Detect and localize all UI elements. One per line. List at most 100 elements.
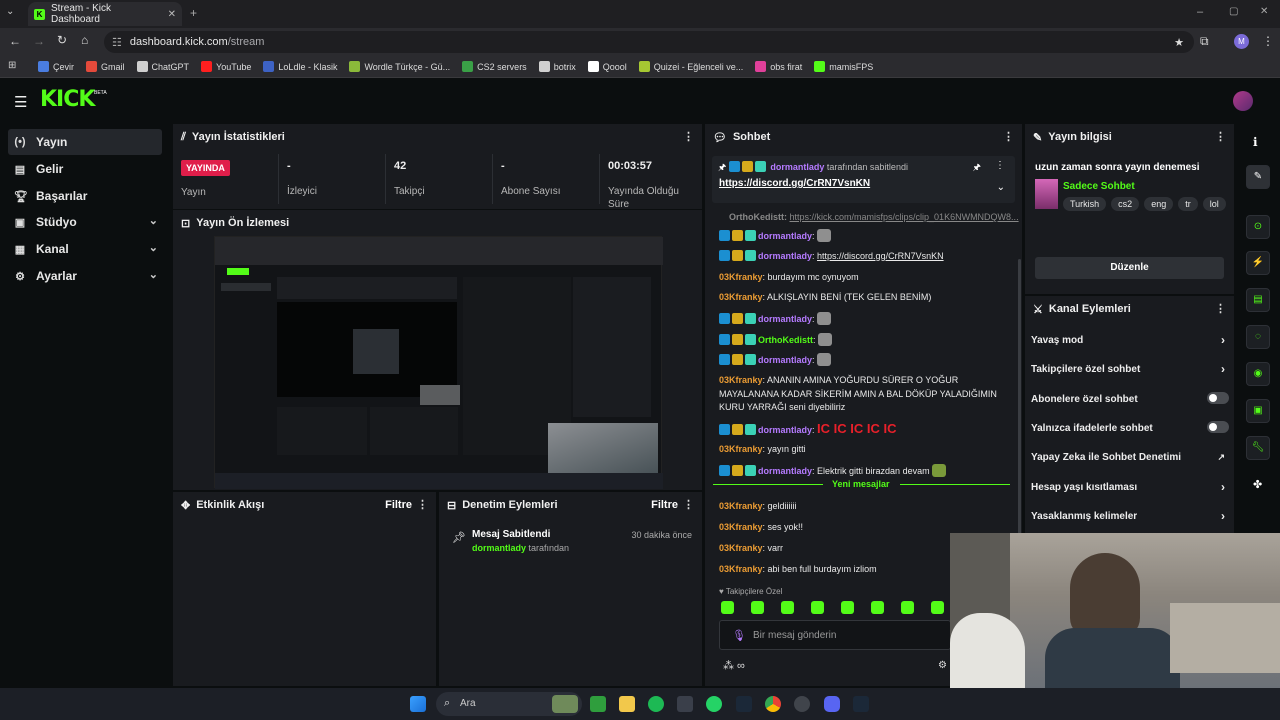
chat-username[interactable]: 03Kfranky [719, 501, 763, 511]
site-info-icon[interactable]: ☷ [112, 36, 122, 49]
chevron-down-icon[interactable]: ⌄ [149, 214, 158, 227]
stream-tag[interactable]: eng [1144, 197, 1174, 211]
bookmark-item[interactable]: Qoool [587, 61, 627, 72]
chat-username[interactable]: 03Kfranky [719, 272, 763, 282]
chat-username[interactable]: 03Kfranky [719, 564, 763, 574]
chat-username[interactable]: dormantlady [758, 425, 812, 435]
channel-action-item[interactable]: Yapay Zeka ile Sohbet Denetimi ↗ [1031, 452, 1229, 463]
apps-grid-icon[interactable]: ⊞ [8, 60, 16, 71]
chat-settings-icon[interactable]: ⚙ [938, 660, 947, 671]
stream-preview-video[interactable] [214, 236, 663, 489]
external-link-icon[interactable]: ↗ [1217, 452, 1225, 463]
windows-start-icon[interactable] [410, 696, 426, 712]
emote-icon[interactable] [871, 601, 884, 614]
sidebar-item-kanal[interactable]: ▦ Kanal ⌄ [8, 236, 162, 262]
steam-icon[interactable] [736, 696, 752, 712]
chat-tools-icon[interactable]: ⁂ ∞ [723, 659, 745, 672]
activity-more-icon[interactable]: ⋮ [417, 498, 428, 511]
category-thumbnail[interactable] [1035, 179, 1058, 209]
chat-username[interactable]: dormantlady [758, 314, 812, 324]
tab-list-icon[interactable]: ⌄ [6, 6, 14, 17]
bookmark-item[interactable]: Gmail [86, 61, 125, 72]
bolt-tool-button[interactable]: ⚡ [1246, 251, 1270, 275]
reload-icon[interactable]: ↻ [57, 33, 67, 47]
chat-username[interactable]: 03Kfranky [719, 522, 763, 532]
chevron-right-icon[interactable]: › [1221, 480, 1225, 494]
unpin-icon[interactable]: 🖈 [973, 160, 981, 176]
wrench-tool-button[interactable]: 🔧︎ [1246, 436, 1270, 460]
target-tool-button[interactable]: ⊙ [1246, 215, 1270, 239]
chat-input[interactable]: 🎙︎ Bir mesaj gönderin [719, 620, 951, 650]
chevron-right-icon[interactable]: › [1221, 362, 1225, 376]
stream-tag[interactable]: cs2 [1111, 197, 1140, 211]
mod-entry-user[interactable]: dormantlady [472, 543, 526, 553]
emote-icon[interactable] [901, 601, 914, 614]
channel-action-item[interactable]: Yasaklanmış kelimeler › [1031, 509, 1229, 523]
back-icon[interactable]: ← [9, 34, 21, 48]
window-close-icon[interactable]: ✕ [1260, 6, 1268, 17]
chat-username[interactable]: dormantlady [758, 355, 812, 365]
chevron-down-icon[interactable]: ⌄ [149, 241, 158, 254]
moderation-more-icon[interactable]: ⋮ [683, 498, 694, 511]
sidebar-item-basarilar[interactable]: 🏆︎ Başarılar [8, 183, 162, 209]
microphone-icon[interactable]: 🎙︎ [732, 629, 746, 642]
reply-user[interactable]: OrthoKedistt: [729, 212, 787, 222]
clipboard-tool-button[interactable]: ▤ [1246, 288, 1270, 312]
emote-icon[interactable] [931, 601, 944, 614]
bookmark-item[interactable]: Quizei - Eğlenceli ve... [638, 61, 743, 72]
chat-username[interactable]: dormantlady [758, 231, 812, 241]
chevron-down-icon[interactable]: ⌄ [149, 268, 158, 281]
home-icon[interactable]: ⌂ [81, 33, 88, 47]
taskbar-search[interactable]: ⌕ Ara [436, 692, 582, 716]
chat-text[interactable]: https://discord.gg/CrRN7VsnKN [817, 251, 944, 261]
broadcast-tool-button[interactable]: ◉ [1246, 362, 1270, 386]
stream-tag[interactable]: Turkish [1063, 197, 1107, 211]
chat-username[interactable]: dormantlady [758, 466, 812, 476]
media-tool-button[interactable]: ▣ [1246, 399, 1270, 423]
channel-action-item[interactable]: Yavaş mod › [1031, 333, 1229, 347]
minimize-icon[interactable]: – [1197, 6, 1203, 18]
category-name[interactable]: Sadece Sohbet [1063, 181, 1135, 192]
pinned-link[interactable]: https://discord.gg/CrRN7VsnKN [719, 178, 870, 189]
hamburger-menu-icon[interactable]: ☰ [14, 93, 27, 111]
spotify-icon[interactable] [648, 696, 664, 712]
channel-actions-more-icon[interactable]: ⋮ [1215, 302, 1226, 315]
emote-icon[interactable] [811, 601, 824, 614]
bookmark-item[interactable]: obs firat [755, 61, 802, 72]
profile-avatar[interactable]: M [1234, 34, 1249, 49]
user-avatar[interactable] [1233, 91, 1253, 111]
menu-icon[interactable]: ⋮ [1262, 34, 1274, 48]
pinned-more-icon[interactable]: ⋮ [995, 160, 1005, 171]
channel-action-item[interactable]: Hesap yaşı kısıtlaması › [1031, 480, 1229, 494]
file-explorer-icon[interactable] [619, 696, 635, 712]
sidebar-item-studyo[interactable]: ▣ Stüdyo ⌄ [8, 209, 162, 235]
stream-tag[interactable]: tr [1178, 197, 1198, 211]
close-icon[interactable]: ✕ [168, 9, 176, 20]
chat-username[interactable]: dormantlady [758, 251, 812, 261]
stats-more-icon[interactable]: ⋮ [683, 130, 694, 143]
emote-icon[interactable] [841, 601, 854, 614]
chat-more-icon[interactable]: ⋮ [1003, 130, 1014, 143]
sidebar-item-ayarlar[interactable]: ⚙ Ayarlar ⌄ [8, 263, 162, 289]
xbox-icon[interactable] [590, 696, 606, 712]
channel-action-item[interactable]: Yalnızca ifadelerle sohbet [1031, 421, 1229, 434]
chat-tool-button[interactable]: ◌ [1246, 325, 1270, 349]
chevron-right-icon[interactable]: › [1221, 333, 1225, 347]
chrome-icon[interactable] [765, 696, 781, 712]
new-tab-icon[interactable]: + [190, 6, 197, 20]
bookmark-item[interactable]: botrix [538, 61, 576, 72]
activity-filter-button[interactable]: Filtre [385, 499, 412, 511]
edit-tool-button[interactable]: ✎ [1246, 165, 1270, 189]
emote-icon[interactable] [781, 601, 794, 614]
toggle-switch[interactable] [1207, 392, 1229, 404]
bookmark-star-icon[interactable]: ★ [1174, 36, 1184, 49]
chat-username[interactable]: OrthoKedistt [758, 335, 813, 345]
channel-action-item[interactable]: Takipçilere özel sohbet › [1031, 362, 1229, 376]
moderation-filter-button[interactable]: Filtre [651, 499, 678, 511]
whatsapp-icon[interactable] [706, 696, 722, 712]
puzzle-icon[interactable]: ✤ [1253, 478, 1262, 491]
channel-action-item[interactable]: Abonelere özel sohbet [1031, 392, 1229, 405]
store-icon[interactable] [677, 696, 693, 712]
reply-text[interactable]: https://kick.com/mamisfps/clips/clip_01K… [790, 212, 1019, 222]
bookmark-item[interactable]: Çevir [38, 61, 74, 72]
